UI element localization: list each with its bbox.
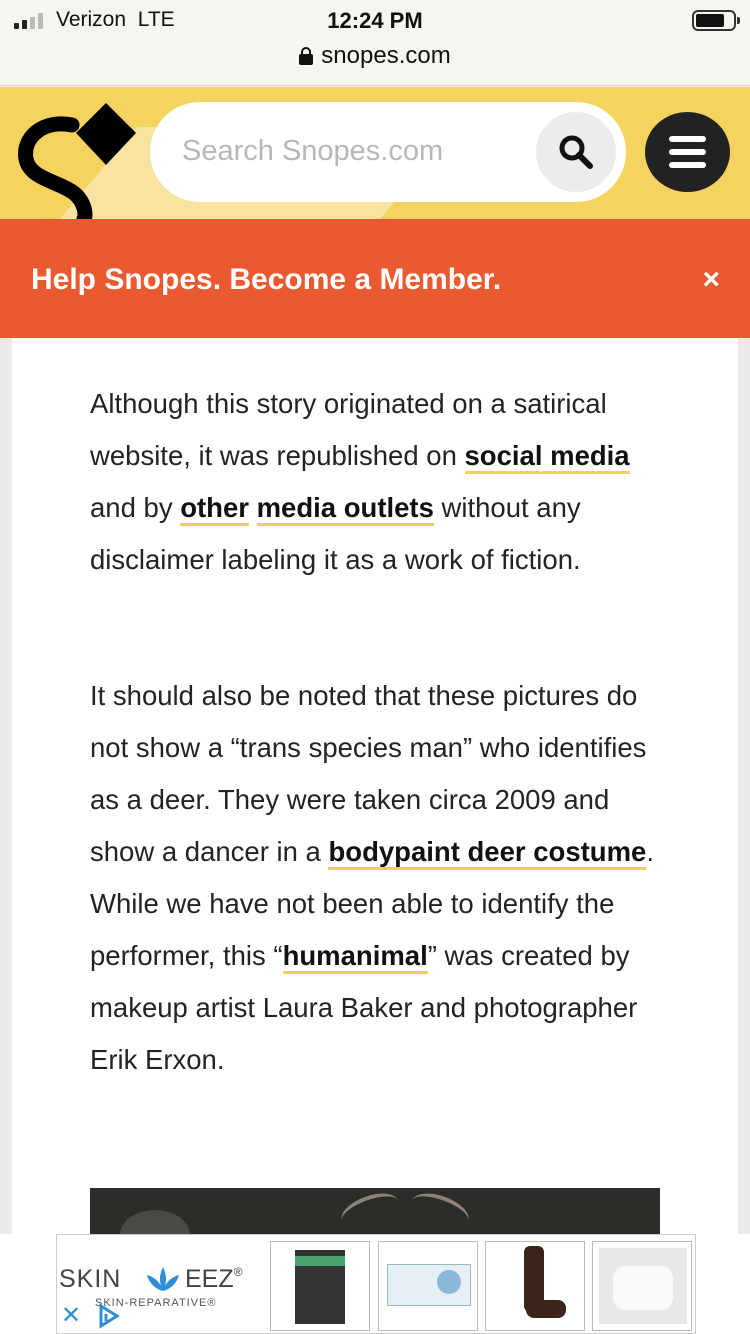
- ad-brand-logo[interactable]: SKIN EEZ® SKIN-REPARATIVE®: [57, 1261, 267, 1311]
- search-placeholder: Search Snopes.com: [182, 135, 444, 167]
- link-humanimal[interactable]: humanimal: [282, 940, 428, 974]
- ad-brand-left: SKIN: [59, 1265, 122, 1293]
- ad-product-thumbnail[interactable]: [592, 1241, 692, 1331]
- article-paragraph: It should also be noted that these pictu…: [90, 680, 654, 1075]
- site-header: Search Snopes.com: [0, 87, 750, 219]
- address-bar[interactable]: snopes.com: [0, 42, 750, 70]
- lotus-leaf-icon: [147, 1267, 179, 1291]
- member-banner-text[interactable]: Help Snopes. Become a Member.: [31, 263, 501, 297]
- ad-product-thumbnail[interactable]: [485, 1241, 585, 1331]
- advertisement[interactable]: SKIN EEZ® SKIN-REPARATIVE® ✕: [56, 1234, 696, 1334]
- ad-brand-right: EEZ®: [185, 1265, 243, 1293]
- hamburger-menu-button[interactable]: [645, 112, 730, 192]
- ad-close-icon[interactable]: ✕: [61, 1301, 81, 1330]
- snopes-logo-icon[interactable]: [14, 93, 144, 219]
- article-body: Although this story originated on a sati…: [12, 338, 738, 1234]
- advertisement-bar: SKIN EEZ® SKIN-REPARATIVE® ✕: [0, 1234, 750, 1334]
- link-social-media[interactable]: social media: [464, 440, 630, 474]
- link-bodypaint-deer-costume[interactable]: bodypaint deer costume: [328, 836, 647, 870]
- ios-status-bar: Verizon LTE 12:24 PM snopes.com: [0, 0, 750, 86]
- search-button[interactable]: [536, 112, 616, 192]
- clock: 12:24 PM: [327, 8, 423, 33]
- search-input[interactable]: Search Snopes.com: [150, 102, 626, 202]
- member-banner[interactable]: Help Snopes. Become a Member. ×: [0, 219, 750, 338]
- close-icon[interactable]: ×: [702, 263, 720, 297]
- ad-product-thumbnail[interactable]: [270, 1241, 370, 1331]
- battery-icon: [692, 10, 740, 31]
- url-text: snopes.com: [321, 42, 451, 69]
- lock-icon: [299, 47, 314, 65]
- article-image[interactable]: [90, 1188, 660, 1234]
- ad-product-thumbnail[interactable]: [378, 1241, 478, 1331]
- article-paragraph: Although this story originated on a sati…: [90, 388, 630, 575]
- link-other[interactable]: other: [180, 492, 249, 526]
- search-icon: [559, 135, 593, 169]
- link-media-outlets[interactable]: media outlets: [256, 492, 434, 526]
- adchoices-icon[interactable]: [95, 1303, 121, 1329]
